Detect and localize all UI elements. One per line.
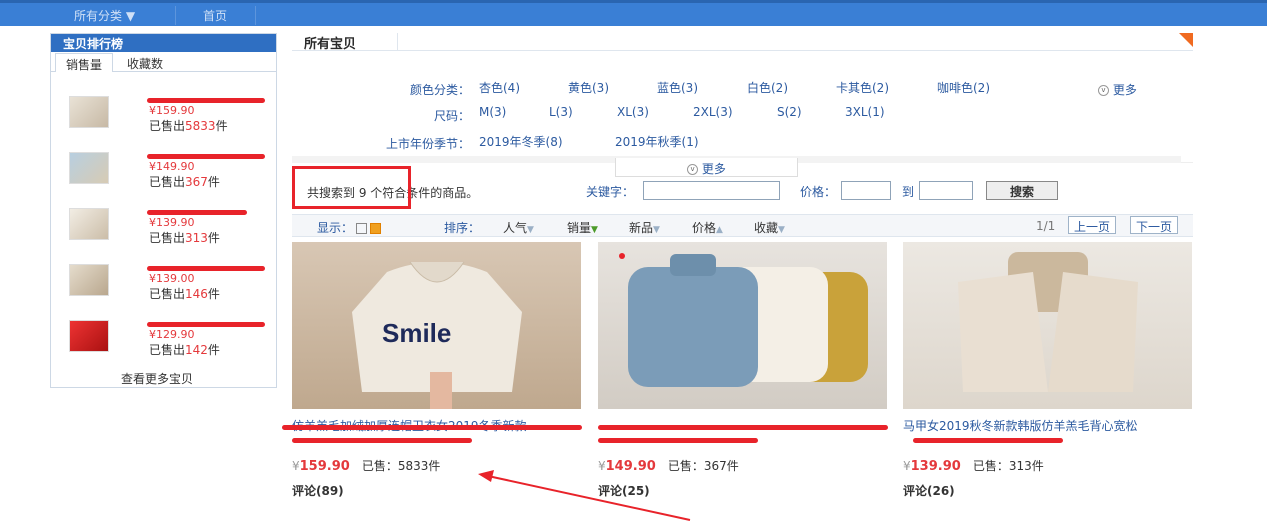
annotation-arrow — [478, 470, 691, 521]
